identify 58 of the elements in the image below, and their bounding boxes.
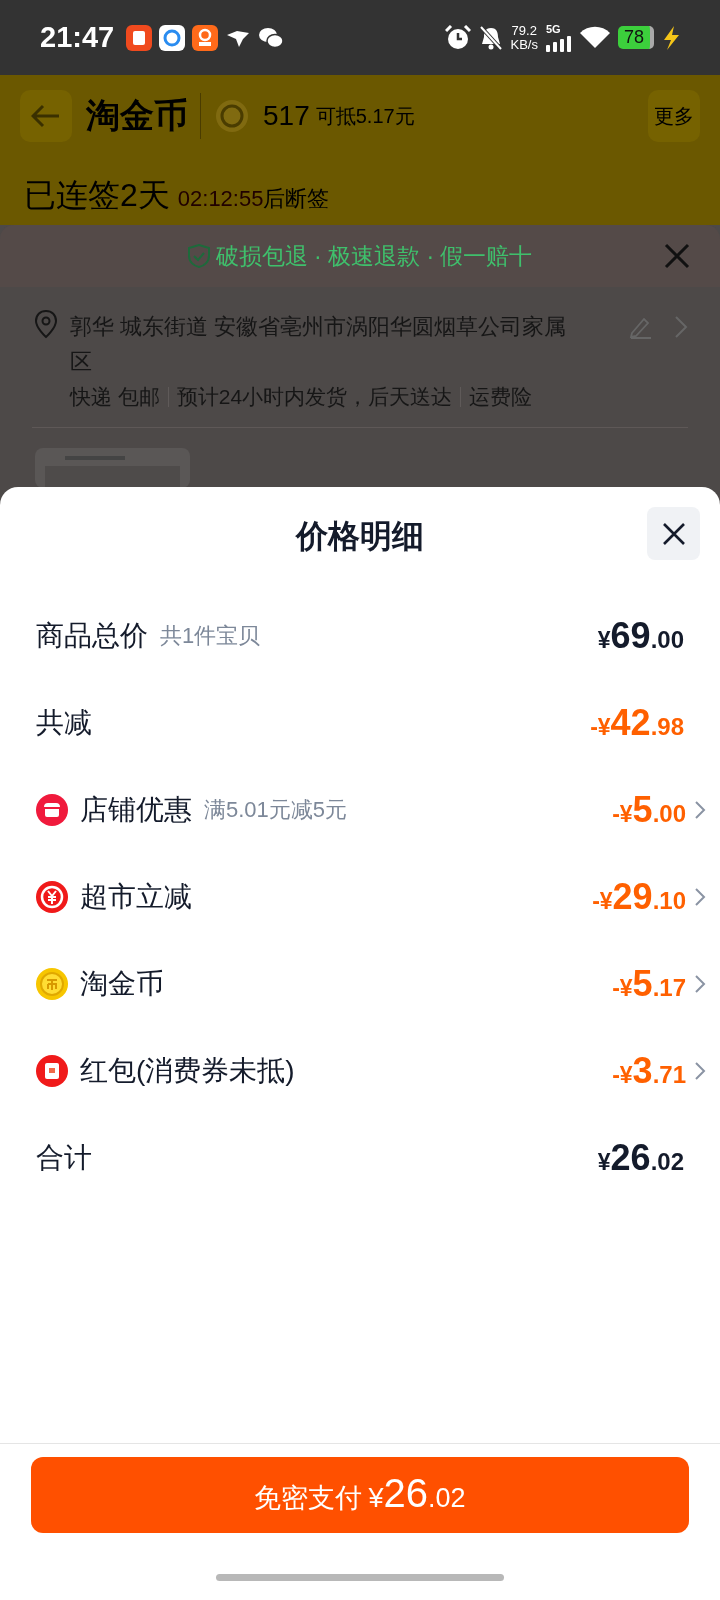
- row-label: 超市立减: [80, 879, 192, 914]
- edit-icon[interactable]: [628, 315, 652, 339]
- coin-icon: [36, 967, 68, 1000]
- page-title: 淘金币: [86, 93, 201, 139]
- discount-amount: -¥42.98: [590, 701, 684, 744]
- chevron-right-icon[interactable]: [694, 1060, 706, 1081]
- row-label: 合计: [36, 1140, 92, 1175]
- signal-icon: [545, 36, 572, 52]
- app-notification-icon: [159, 24, 186, 51]
- bell-off-icon: [478, 24, 503, 51]
- wifi-icon: [579, 25, 610, 50]
- discount-amount: -¥5.00: [612, 788, 686, 831]
- checkin-note: 后断签: [263, 185, 330, 213]
- chevron-right-icon[interactable]: [674, 315, 688, 339]
- guarantee-text: 破损包退 · 极速退款 · 假一赔十: [215, 241, 533, 271]
- network-type: 5G: [545, 23, 561, 35]
- charging-icon: [662, 25, 680, 50]
- envelope-icon: [36, 1054, 68, 1087]
- discount-amount: -¥3.71: [612, 1049, 686, 1092]
- coin-value: 可抵5.17元: [315, 103, 415, 129]
- network-speed: 79.2: [511, 23, 537, 38]
- clock-time: 21:47: [40, 21, 115, 54]
- chevron-right-icon[interactable]: [694, 886, 706, 907]
- back-button[interactable]: [20, 90, 72, 142]
- alarm-icon: [444, 24, 471, 51]
- yuan-icon: [36, 880, 68, 913]
- checkin-streak: 已连签2天: [24, 176, 170, 215]
- chat-icon: [258, 25, 285, 50]
- close-icon[interactable]: [664, 243, 690, 269]
- row-label: 红包(消费券未抵): [80, 1053, 295, 1088]
- row-label: 共减: [36, 705, 92, 740]
- shop-icon: [36, 793, 68, 826]
- close-icon: [661, 521, 686, 546]
- row-label: 商品总价: [36, 618, 148, 653]
- app-notification-icon: [126, 24, 153, 51]
- row-note: 共1件宝贝: [160, 621, 261, 650]
- price-amount: ¥69.00: [597, 614, 684, 657]
- chevron-right-icon[interactable]: [694, 799, 706, 820]
- coin-count: 517: [263, 100, 310, 132]
- sheet-title: 价格明细: [296, 517, 424, 556]
- shield-icon: [187, 244, 210, 268]
- row-note: 满5.01元减5元: [204, 795, 348, 824]
- app-notification-icon: [192, 24, 219, 51]
- more-button[interactable]: 更多: [648, 90, 700, 142]
- back-icon: [31, 104, 61, 128]
- battery-level: 78: [617, 26, 654, 49]
- row-label: 淘金币: [80, 966, 164, 1001]
- chevron-right-icon[interactable]: [694, 973, 706, 994]
- close-button[interactable]: [647, 507, 700, 560]
- speed-unit: KB/s: [510, 37, 538, 52]
- coin-icon: [215, 99, 249, 133]
- discount-amount: -¥29.10: [592, 875, 686, 918]
- price-amount: ¥26.02: [597, 1136, 684, 1179]
- pay-button[interactable]: 免密支付 ¥26.02: [31, 1457, 689, 1533]
- countdown-timer: 02:12:55: [177, 186, 264, 212]
- discount-amount: -¥5.17: [612, 962, 686, 1005]
- row-label: 店铺优惠: [80, 792, 192, 827]
- location-pin-icon: [34, 309, 58, 339]
